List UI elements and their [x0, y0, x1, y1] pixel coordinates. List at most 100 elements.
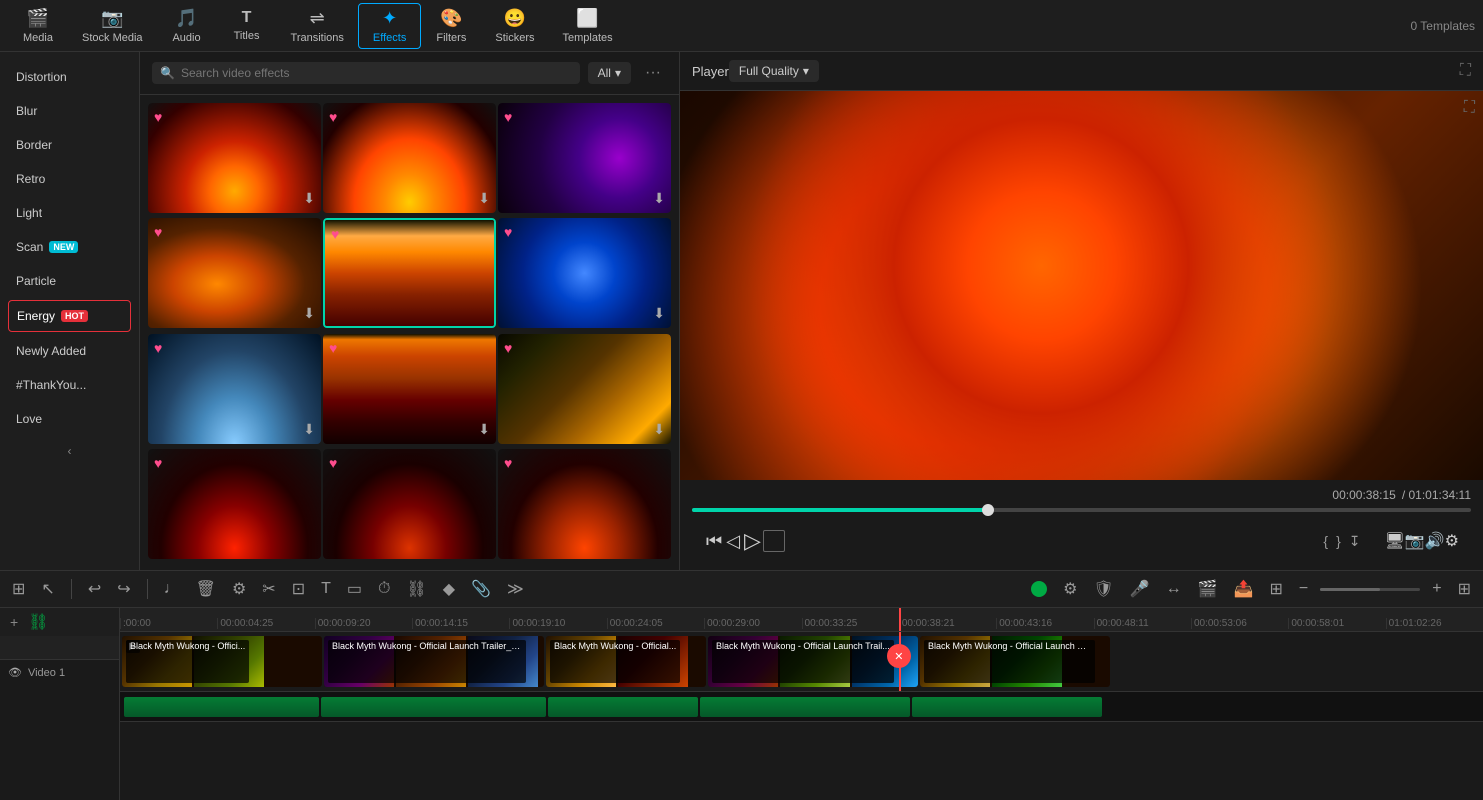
sidebar-item-border[interactable]: Border [0, 128, 139, 162]
add-track-button[interactable]: + [8, 612, 20, 632]
sidebar-item-scan[interactable]: Scan NEW [0, 230, 139, 264]
fullscreen-icon[interactable]: ⛶ [1460, 62, 1471, 80]
zoom-out-button[interactable]: − [1295, 578, 1312, 600]
download-icon-9[interactable]: ⬇ [653, 421, 665, 438]
mark-button[interactable]: ↧ [1345, 531, 1365, 552]
skip-back-button[interactable]: ⏮ [704, 529, 724, 554]
select-tool-button[interactable]: ⊞ [8, 577, 29, 601]
effect-item-scroll-2[interactable]: ♥ [323, 449, 496, 562]
effect-thumb-1: ♥ ⬇ [148, 103, 321, 213]
toolbar-media[interactable]: 🎬 Media [8, 4, 68, 48]
sidebar-item-love[interactable]: Love [0, 402, 139, 436]
effect-item-sfx-motion-overlay-01[interactable]: ♥ ⬇ Special FX Motion Overlay 01 [148, 334, 321, 447]
track-visibility-icon[interactable]: 👁 [8, 666, 22, 679]
delete-button[interactable]: 🗑 [192, 577, 220, 601]
sidebar-collapse-button[interactable]: ‹ [0, 436, 139, 466]
sidebar-item-distortion[interactable]: Distortion [0, 60, 139, 94]
effect-item-scroll-1[interactable]: ♥ [148, 449, 321, 562]
filter-all-button[interactable]: All ▾ [588, 62, 631, 84]
progress-bar-container[interactable] [692, 508, 1471, 512]
speed-button[interactable]: ⏱ [374, 578, 394, 600]
audio-button[interactable]: ♩ [160, 578, 184, 600]
download-icon-8[interactable]: ⬇ [478, 421, 490, 438]
crop-button[interactable]: ⊡ [288, 577, 309, 601]
effect-item-scroll-3[interactable]: ♥ [498, 449, 671, 562]
toolbar-stock-media[interactable]: 📷 Stock Media [68, 4, 157, 48]
sidebar-item-energy[interactable]: Energy HOT [8, 300, 131, 332]
grid-layout-button[interactable]: ⊞ [1454, 577, 1475, 601]
in-point-button[interactable]: { [1319, 531, 1332, 551]
zoom-in-button[interactable]: + [1428, 578, 1445, 600]
toolbar-templates[interactable]: ⬜ Templates [548, 4, 626, 48]
toolbar-audio[interactable]: 🎵 Audio [157, 4, 217, 48]
effect-item-game-premium-overlay-01[interactable]: ♥ ⬇ Game Premium Overlay 01 [323, 334, 496, 447]
sidebar-item-retro[interactable]: Retro [0, 162, 139, 196]
effect-item-energy-elemental-02-916[interactable]: ♥ ⬇ Energy Elemental 02 9-16 [323, 103, 496, 216]
toolbar-stickers[interactable]: 😀 Stickers [481, 4, 548, 48]
multi-cam-button[interactable]: 🎬 [1194, 577, 1222, 601]
progress-thumb[interactable] [982, 504, 994, 516]
toolbar-titles[interactable]: T Titles [217, 5, 277, 46]
more-tools-button[interactable]: ≫ [503, 577, 528, 601]
zoom-slider[interactable] [1320, 588, 1420, 591]
effect-item-energy-elemental-03-169[interactable]: ♥ ⬇ Energy Elemental 03 16-9 [498, 103, 671, 216]
stop-button[interactable] [763, 530, 785, 552]
export-button[interactable]: 📤 [1230, 577, 1258, 601]
record-button[interactable] [1031, 581, 1047, 597]
player-controls: 00:00:38:15 / 01:01:34:11 ⏮ ◁ ▷ { } ↧ 🖥 [680, 480, 1483, 570]
video-clip-5[interactable]: Black Myth Wukong - Official Launch Trai… [920, 636, 1110, 687]
effect-item-energy-elemental-02-169[interactable]: ♥ ⬇ Energy Elemental 02 16-9 [148, 103, 321, 216]
download-icon-4[interactable]: ⬇ [303, 305, 315, 322]
more-options-button[interactable]: ··· [639, 62, 667, 84]
sidebar-item-newly-added[interactable]: Newly Added [0, 334, 139, 368]
effect-item-energy-elemental-05-169[interactable]: ♥ ⬇ Energy Elemental 05 16-9 [148, 218, 321, 331]
cursor-button[interactable]: ↖ [37, 577, 58, 601]
grid-button[interactable]: ⊞ [1266, 577, 1287, 601]
snapshot-icon[interactable]: 📷 [1405, 531, 1425, 551]
step-back-button[interactable]: ◁ [724, 529, 742, 554]
download-icon-1[interactable]: ⬇ [303, 190, 315, 207]
clip-button[interactable]: 📎 [467, 577, 495, 601]
toolbar-effects[interactable]: ✦ Effects [358, 3, 421, 49]
video-clip-1[interactable]: ▶ Black Myth Wukong - Offici... [122, 636, 322, 687]
monitor-icon[interactable]: 🖥 [1385, 531, 1405, 551]
video-clip-4[interactable]: Black Myth Wukong - Official Launch Trai… [708, 636, 918, 687]
detach-button[interactable]: ⚙ [228, 577, 250, 601]
toolbar-filters[interactable]: 🎨 Filters [421, 4, 481, 48]
download-icon-3[interactable]: ⬇ [653, 190, 665, 207]
redo-button[interactable]: ↪ [113, 577, 134, 601]
link-button[interactable]: ⛓ [402, 577, 430, 601]
settings-icon[interactable]: ⚙ [1445, 531, 1459, 551]
snap-button[interactable]: ⚙ [1059, 577, 1081, 601]
search-input[interactable] [181, 66, 572, 80]
out-point-button[interactable]: } [1332, 531, 1345, 551]
sidebar-item-light[interactable]: Light [0, 196, 139, 230]
mic-button[interactable]: 🎤 [1126, 577, 1154, 601]
effect-item-sfx-motion-overlay-09[interactable]: ♥ ⬇ Special FX Motion Overlay 09 [498, 218, 671, 331]
sidebar-item-thank-you[interactable]: #ThankYou... [0, 368, 139, 402]
download-icon-6[interactable]: ⬇ [653, 305, 665, 322]
keyframe-button[interactable]: ◆ [439, 577, 459, 601]
search-box[interactable]: 🔍 [152, 62, 580, 84]
undo-button[interactable]: ↩ [84, 577, 105, 601]
video-clip-2[interactable]: Black Myth Wukong - Official Launch Trai… [324, 636, 544, 687]
download-icon-7[interactable]: ⬇ [303, 421, 315, 438]
sidebar-item-particle[interactable]: Particle [0, 264, 139, 298]
effect-item-fire-particle-overlay-06[interactable]: ♥ ⬇ Fire Particle Effect Overlay 06 [498, 334, 671, 447]
progress-track[interactable] [692, 508, 1471, 512]
split-button[interactable]: ✂ [258, 577, 279, 601]
quality-selector[interactable]: Full Quality ▾ [729, 60, 819, 82]
play-button[interactable]: ▷ [742, 526, 763, 556]
toolbar-transitions[interactable]: ⇌ Transitions [277, 4, 358, 48]
title-button[interactable]: T [317, 578, 335, 600]
shield-button[interactable]: 🛡 [1089, 577, 1117, 601]
volume-icon[interactable]: 🔊 [1425, 531, 1445, 551]
sidebar-item-blur[interactable]: Blur [0, 94, 139, 128]
box-button[interactable]: ▭ [343, 577, 366, 601]
download-icon-2[interactable]: ⬇ [478, 190, 490, 207]
transition-button[interactable]: ↔ [1162, 578, 1186, 600]
playhead-marker[interactable]: ✕ [887, 644, 911, 668]
video-clip-3[interactable]: Black Myth Wukong - Official... [546, 636, 706, 687]
top-toolbar: 🎬 Media 📷 Stock Media 🎵 Audio T Titles ⇌… [0, 0, 1483, 52]
effect-item-fire-scanning-up[interactable]: ♥ Fire Scanning Up [323, 218, 496, 331]
